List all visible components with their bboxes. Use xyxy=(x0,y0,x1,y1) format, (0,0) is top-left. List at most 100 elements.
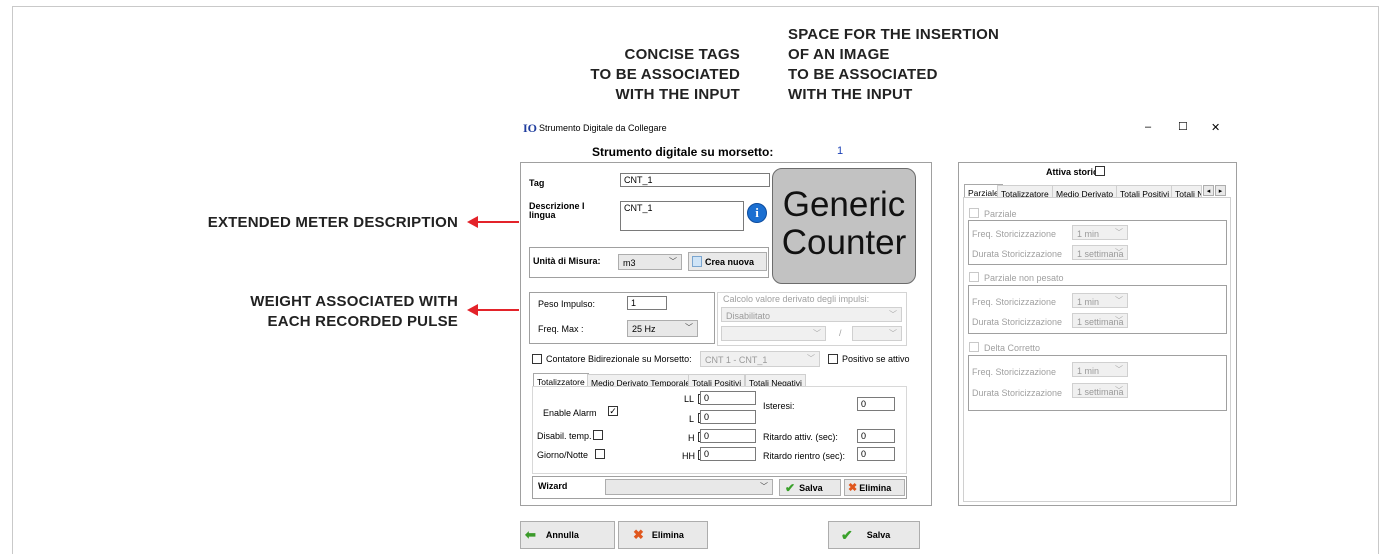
delete-icon: ✖ xyxy=(848,482,858,494)
delta-corretto-label: Delta Corretto xyxy=(984,343,1041,353)
delete-icon: ✖ xyxy=(633,527,644,542)
wizard-save-button[interactable]: ✔ Salva xyxy=(779,479,841,496)
tag-input[interactable]: CNT_1 xyxy=(620,173,770,187)
disable-temp-label: Disabil. temp. xyxy=(537,431,592,441)
positive-checkbox[interactable] xyxy=(828,354,838,364)
info-icon[interactable]: i xyxy=(747,203,767,223)
bidirectional-label: Contatore Bidirezionale su Morsetto: xyxy=(546,354,692,364)
delta-corretto-durata-select[interactable]: 1 settimana ﹀ xyxy=(1072,383,1128,398)
page-title: Strumento digitale su morsetto: xyxy=(592,145,774,159)
chevron-down-icon: ﹀ xyxy=(1115,248,1123,257)
pulse-weight-label: Peso Impulso: xyxy=(538,299,596,309)
bidirectional-checkbox[interactable] xyxy=(532,354,542,364)
day-night-checkbox[interactable] xyxy=(595,449,605,459)
chevron-down-icon: ﹀ xyxy=(807,354,815,363)
delay-on-input[interactable]: 0 xyxy=(857,429,895,443)
hysteresis-label: Isteresi: xyxy=(763,401,795,411)
enable-alarm-label: Enable Alarm xyxy=(543,408,597,418)
l-label: L xyxy=(689,414,695,424)
pulse-weight-input[interactable]: 1 xyxy=(627,296,667,310)
delay-on-label: Ritardo attiv. (sec): xyxy=(763,432,838,442)
cancel-button[interactable]: ⬅ Annulla xyxy=(520,521,615,549)
chevron-down-icon: ﹀ xyxy=(760,482,768,491)
parziale-freq-select[interactable]: 1 min ﹀ xyxy=(1072,225,1128,240)
parziale-durata-label: Durata Storicizzazione xyxy=(972,249,1063,259)
annotation-tags: CONCISE TAGS TO BE ASSOCIATED WITH THE I… xyxy=(590,46,740,103)
close-button[interactable]: ✕ xyxy=(1211,121,1220,134)
parziale-non-pesato-freq-label: Freq. Storicizzazione xyxy=(972,297,1057,307)
minimize-button[interactable]: – xyxy=(1145,121,1151,133)
history-title: Attiva storici xyxy=(1046,167,1101,177)
parziale-freq-label: Freq. Storicizzazione xyxy=(972,229,1057,239)
freq-max-select[interactable]: 25 Hz ﹀ xyxy=(627,320,698,337)
annotation-weight: WEIGHT ASSOCIATED WITH EACH RECORDED PUL… xyxy=(250,293,458,330)
ll-input[interactable]: 0 xyxy=(700,391,756,405)
chevron-down-icon: ﹀ xyxy=(813,329,821,338)
positive-label: Positivo se attivo xyxy=(842,354,910,364)
h-input[interactable]: 0 xyxy=(700,429,756,443)
hysteresis-input[interactable]: 0 xyxy=(857,397,895,411)
parziale-label: Parziale xyxy=(984,209,1017,219)
check-icon: ✔ xyxy=(785,480,796,495)
hh-input[interactable]: 0 xyxy=(700,447,756,461)
derived-time-select[interactable]: ﹀ xyxy=(852,326,902,341)
maximize-button[interactable]: ☐ xyxy=(1178,120,1188,133)
tab-scroll-left-button[interactable]: ◂ xyxy=(1203,185,1214,196)
app-window: IO Strumento Digitale da Collegare – ☐ ✕… xyxy=(519,112,1245,554)
history-checkbox[interactable] xyxy=(1095,166,1105,176)
app-logo: IO xyxy=(523,121,538,135)
delta-corretto-durata-label: Durata Storicizzazione xyxy=(972,388,1063,398)
annotation-image: SPACE FOR THE INSERTION OF AN IMAGE TO B… xyxy=(788,26,1000,103)
derived-select[interactable]: Disabilitato ﹀ xyxy=(721,307,902,322)
wizard-select[interactable]: ﹀ xyxy=(605,479,773,495)
chevron-down-icon: ﹀ xyxy=(669,257,677,266)
chevron-down-icon: ﹀ xyxy=(1115,316,1123,325)
freq-max-label: Freq. Max : xyxy=(538,324,584,334)
hh-label: HH xyxy=(682,451,695,461)
delay-off-input[interactable]: 0 xyxy=(857,447,895,461)
arrow-left-icon: ⬅ xyxy=(525,527,536,542)
derived-unit-select[interactable]: ﹀ xyxy=(721,326,826,341)
chevron-down-icon: ﹀ xyxy=(1115,365,1123,374)
image-placeholder[interactable]: Generic Counter xyxy=(772,168,916,284)
terminal-number: 1 xyxy=(837,145,844,157)
enable-alarm-checkbox[interactable]: ✓ xyxy=(608,406,618,416)
h-label: H xyxy=(688,433,695,443)
ll-label: LL xyxy=(684,394,695,404)
chevron-down-icon: ﹀ xyxy=(889,329,897,338)
day-night-label: Giorno/Notte xyxy=(537,450,589,460)
new-unit-button[interactable]: Crea nuova xyxy=(688,252,767,271)
description-input[interactable]: CNT_1 xyxy=(620,201,744,231)
chevron-down-icon: ﹀ xyxy=(889,310,897,319)
delay-off-label: Ritardo rientro (sec): xyxy=(763,451,846,461)
derived-separator: / xyxy=(839,328,842,338)
annotation-description: EXTENDED METER DESCRIPTION xyxy=(207,214,458,231)
tab-scroll-right-button[interactable]: ▸ xyxy=(1215,185,1226,196)
disable-temp-checkbox[interactable] xyxy=(593,430,603,440)
description-label: Descrizione Ilingua xyxy=(529,201,585,220)
delta-corretto-checkbox[interactable] xyxy=(969,342,979,352)
chevron-down-icon: ﹀ xyxy=(1115,296,1123,305)
parziale-checkbox[interactable] xyxy=(969,208,979,218)
chevron-down-icon: ﹀ xyxy=(685,323,693,332)
parziale-non-pesato-label: Parziale non pesato xyxy=(984,273,1064,283)
parziale-non-pesato-freq-select[interactable]: 1 min ﹀ xyxy=(1072,293,1128,308)
parziale-non-pesato-durata-label: Durata Storicizzazione xyxy=(972,317,1063,327)
bidirectional-select[interactable]: CNT 1 - CNT_1 ﹀ xyxy=(700,351,820,367)
delta-corretto-freq-label: Freq. Storicizzazione xyxy=(972,367,1057,377)
chevron-down-icon: ﹀ xyxy=(1115,228,1123,237)
new-unit-icon xyxy=(692,256,702,267)
parziale-non-pesato-checkbox[interactable] xyxy=(969,272,979,282)
delta-corretto-freq-select[interactable]: 1 min ﹀ xyxy=(1072,362,1128,377)
tag-label: Tag xyxy=(529,178,545,188)
save-button[interactable]: ✔ Salva xyxy=(828,521,920,549)
unit-select[interactable]: m3 ﹀ xyxy=(618,254,682,270)
window-title: Strumento Digitale da Collegare xyxy=(539,123,667,133)
unit-label: Unità di Misura: xyxy=(533,256,601,266)
parziale-durata-select[interactable]: 1 settimana ﹀ xyxy=(1072,245,1128,260)
parziale-non-pesato-durata-select[interactable]: 1 settimana ﹀ xyxy=(1072,313,1128,328)
wizard-delete-button[interactable]: ✖ Elimina xyxy=(844,479,905,496)
delete-button[interactable]: ✖ Elimina xyxy=(618,521,708,549)
check-icon: ✔ xyxy=(841,526,853,543)
l-input[interactable]: 0 xyxy=(700,410,756,424)
